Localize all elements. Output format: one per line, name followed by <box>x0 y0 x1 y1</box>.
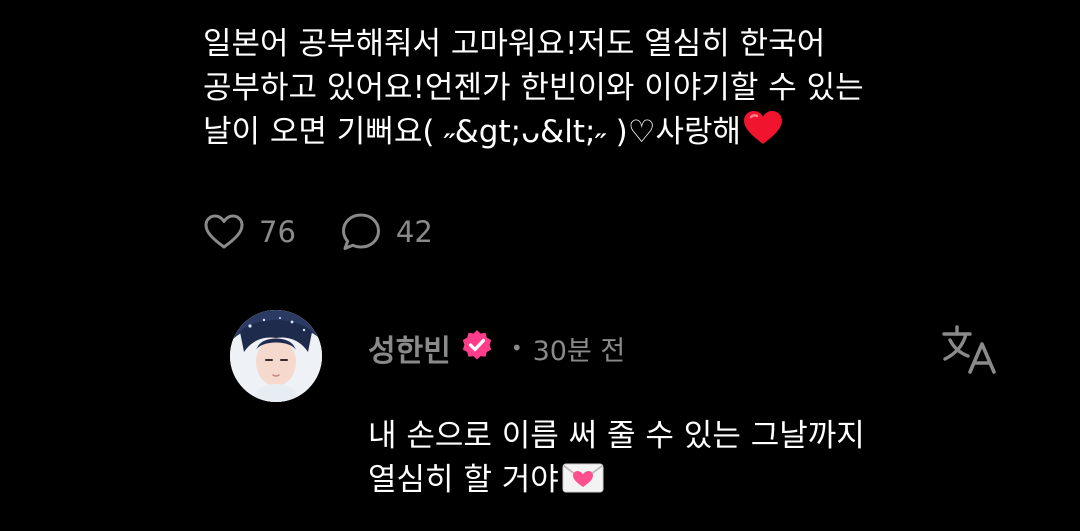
reply-header: 성한빈 • 30분 전 <box>368 326 625 370</box>
comment-text-line-content: 날이 오면 기뻐요( ˶&gt;ᴗ&lt;˶ )♡사랑해 <box>203 114 742 150</box>
heart-outline-icon <box>203 213 245 251</box>
verified-badge-icon <box>459 328 495 368</box>
reply-text-line: 열심히 할 거야 <box>368 458 865 507</box>
reply-text-line-content: 열심히 할 거야 <box>368 462 559 498</box>
separator-dot: • <box>510 336 523 360</box>
author-name[interactable]: 성한빈 <box>368 326 451 370</box>
reply-button[interactable]: 42 <box>340 212 433 252</box>
translate-button[interactable] <box>940 322 1000 376</box>
comment-text-line: 날이 오면 기뻐요( ˶&gt;ᴗ&lt;˶ )♡사랑해 <box>203 110 1053 158</box>
like-count: 76 <box>259 215 296 249</box>
reply-text-line: 내 손으로 이름 써 줄 수 있는 그날까지 <box>368 418 865 454</box>
comment-text-line: 공부하고 있어요!언젠가 한빈이와 이야기할 수 있는 <box>203 70 864 106</box>
translate-icon <box>940 325 1000 380</box>
avatar[interactable] <box>230 310 322 402</box>
reply-count: 42 <box>395 215 433 249</box>
reply-item: 성한빈 • 30분 전 내 손으로 이름 써 줄 수 있는 그날까지 열심히 할… <box>230 310 1030 510</box>
reply-text: 내 손으로 이름 써 줄 수 있는 그날까지 열심히 할 거야 <box>368 414 865 507</box>
timestamp: 30분 전 <box>532 335 626 367</box>
comment-text: 일본어 공부해줘서 고마워요!저도 열심히 한국어 공부하고 있어요!언젠가 한… <box>203 22 1053 158</box>
comment-actions: 76 42 <box>203 210 433 254</box>
speech-bubble-icon <box>340 212 382 252</box>
like-button[interactable]: 76 <box>203 213 296 251</box>
love-letter-emoji <box>561 461 605 507</box>
comment-text-line: 일본어 공부해줘서 고마워요!저도 열심히 한국어 <box>203 26 826 62</box>
red-heart-emoji <box>743 110 783 158</box>
